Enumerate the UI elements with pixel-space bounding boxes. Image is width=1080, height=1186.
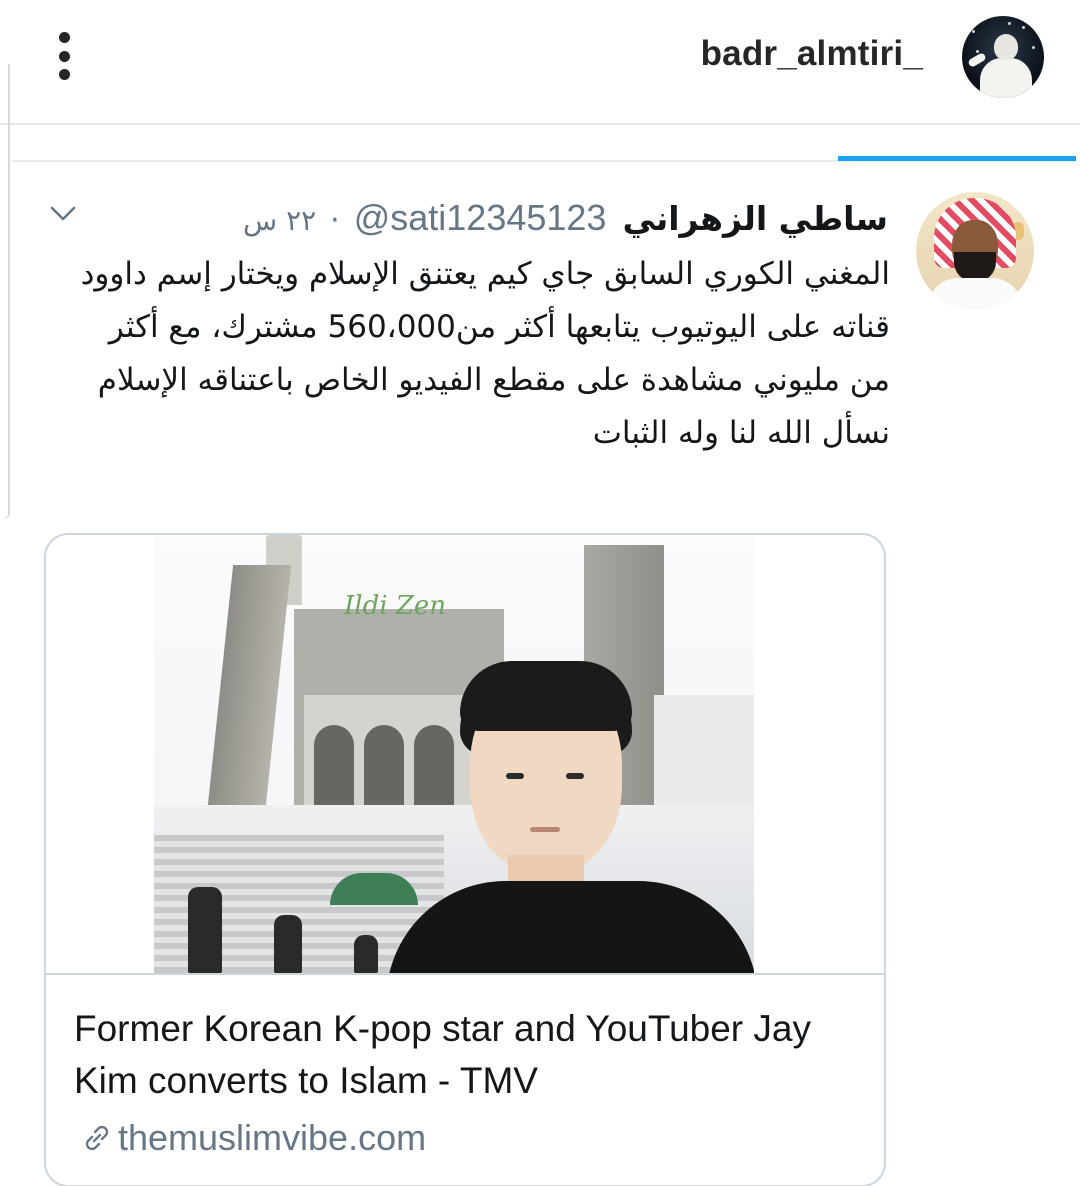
tweet-meta: ساطي الزهراني @sati12345123 · ٢٢ س (188, 192, 888, 247)
instagram-header: badr_almtiri_ (0, 0, 1080, 124)
link-preview-domain-text: themuslimvibe.com (118, 1117, 427, 1158)
tweet-timestamp[interactable]: ٢٢ س (243, 195, 316, 247)
link-preview-domain[interactable]: themuslimvibe.com (80, 1117, 426, 1159)
tweet-author-avatar[interactable] (916, 192, 1034, 310)
link-icon (85, 1125, 109, 1151)
more-vertical-icon[interactable] (46, 32, 82, 80)
card-divider (46, 973, 884, 975)
tweet-text: المغني الكوري السابق جاي كيم يعتنق الإسل… (66, 248, 890, 460)
tweet-text-line: قناته على اليوتيوب يتابعها أكثر من560،00… (97, 309, 890, 451)
link-preview-image: Ildi Zen (154, 535, 754, 973)
active-tab-indicator (838, 156, 1076, 161)
chevron-down-icon[interactable] (48, 200, 78, 226)
avatar[interactable] (962, 16, 1044, 98)
meta-separator: · (330, 203, 340, 238)
username[interactable]: badr_almtiri_ (701, 34, 923, 74)
left-edge-panel (0, 64, 10, 519)
tweet-text-line: المغني الكوري السابق جاي كيم يعتنق الإسل… (80, 256, 890, 292)
link-preview-card[interactable]: Ildi Zen Former Korean K-pop star and Yo… (44, 533, 886, 1186)
header-divider (0, 123, 1080, 125)
link-preview-title[interactable]: Former Korean K-pop star and YouTuber Ja… (74, 1003, 854, 1107)
tweet-author-name[interactable]: ساطي الزهراني (622, 193, 888, 245)
tweet-author-handle[interactable]: @sati12345123 (354, 192, 607, 244)
